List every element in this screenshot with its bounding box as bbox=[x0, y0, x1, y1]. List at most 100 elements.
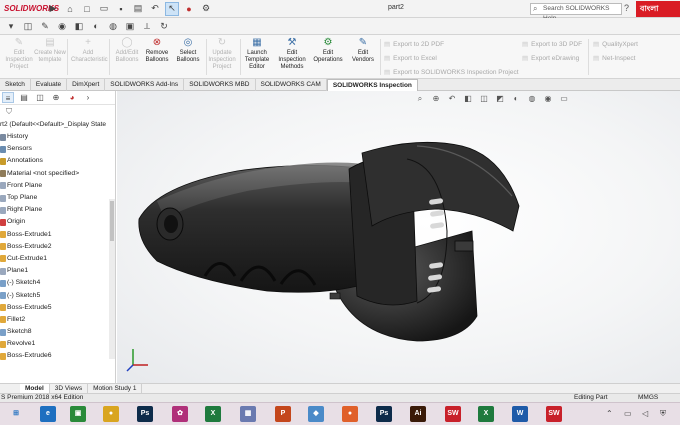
display-icon[interactable]: ◉ bbox=[55, 19, 69, 33]
tab-solidworks-cam[interactable]: SOLIDWORKS CAM bbox=[256, 79, 327, 91]
store-icon[interactable]: ▣ bbox=[70, 406, 86, 422]
undo-icon[interactable]: ↶ bbox=[148, 2, 162, 16]
tree-item[interactable]: Top Plane bbox=[0, 192, 115, 204]
print-icon[interactable]: ▤ bbox=[131, 2, 145, 16]
firefox-icon[interactable]: ● bbox=[342, 406, 358, 422]
tree-item[interactable]: Boss-Extrude6 bbox=[0, 350, 115, 362]
tree-scrollbar[interactable] bbox=[109, 199, 115, 359]
traffic-light-icon[interactable]: ● bbox=[182, 2, 196, 16]
tab-solidworks-inspection[interactable]: SOLIDWORKS Inspection bbox=[326, 79, 418, 91]
language-badge[interactable]: বাংলা bbox=[636, 1, 680, 17]
sketch-tool-icon[interactable]: ✎ bbox=[38, 19, 52, 33]
tree-item[interactable]: Plane1 bbox=[0, 265, 115, 277]
hide-show-icon[interactable]: ◐ bbox=[89, 19, 103, 33]
expand-menu-icon[interactable]: ▶ bbox=[46, 2, 60, 16]
app2-icon[interactable]: ▦ bbox=[240, 406, 256, 422]
select-balloons-button[interactable]: ◎ Select Balloons bbox=[171, 38, 205, 64]
config-manager-tab-icon[interactable]: ◫ bbox=[34, 92, 46, 103]
tree-filter[interactable]: ⛉ bbox=[0, 105, 115, 119]
windows-start-icon[interactable]: ⊞ bbox=[8, 406, 24, 422]
network-icon[interactable]: ▭ bbox=[624, 409, 632, 418]
tab-sketch[interactable]: Sketch bbox=[0, 79, 31, 91]
edit-operations-button[interactable]: ⚙ Edit Operations bbox=[311, 38, 345, 64]
tree-item[interactable]: Boss-Extrude2 bbox=[0, 241, 115, 253]
edit-inspection-project-button[interactable]: ✎ Edit Inspection Project bbox=[2, 38, 36, 71]
tree-item[interactable]: (-) Sketch5 bbox=[0, 289, 115, 301]
app3-icon[interactable]: ◆ bbox=[308, 406, 324, 422]
export-edrawing-button[interactable]: ▤ Export eDrawing bbox=[522, 54, 579, 62]
tree-item[interactable]: History bbox=[0, 131, 115, 143]
net-inspect-button[interactable]: ▤ Net-Inspect bbox=[593, 54, 635, 62]
solidworks-2018-icon[interactable]: SW bbox=[445, 406, 461, 422]
tab-evaluate[interactable]: Evaluate bbox=[31, 79, 68, 91]
tree-item[interactable]: Front Plane bbox=[0, 180, 115, 192]
graphics-viewport[interactable]: ⌕ ⊕ ↶ ◧ ◫ ◩ ◐ ◍ ◉ ▭ bbox=[117, 91, 680, 383]
view-icon[interactable]: ◫ bbox=[21, 19, 35, 33]
solidworks-2018b-icon[interactable]: SW bbox=[546, 406, 562, 422]
edit-vendors-button[interactable]: ✎ Edit Vendors bbox=[346, 38, 380, 64]
volume-icon[interactable]: ◁ bbox=[642, 409, 648, 418]
tree-item[interactable]: Boss-Extrude1 bbox=[0, 229, 115, 241]
illustrator-icon[interactable]: Ai bbox=[410, 406, 426, 422]
feature-tree-tab-icon[interactable]: ≡ bbox=[2, 92, 14, 103]
rebuild-icon[interactable]: ↻ bbox=[157, 19, 171, 33]
app-icon[interactable]: ✿ bbox=[172, 406, 188, 422]
shield-icon[interactable]: ⛨ bbox=[660, 409, 666, 419]
export-3d-pdf-button[interactable]: ▤ Export to 3D PDF bbox=[522, 40, 582, 48]
tree-item[interactable]: Sketch8 bbox=[0, 326, 115, 338]
dropdown-icon[interactable]: ▾ bbox=[4, 19, 18, 33]
tray-up-arrow-icon[interactable]: ⌃ bbox=[606, 409, 613, 418]
photoshop2-icon[interactable]: Ps bbox=[376, 406, 392, 422]
remove-balloons-button[interactable]: ⊗ Remove Balloons bbox=[140, 38, 174, 64]
tree-root-part[interactable]: rt2 (Default<<Default>_Display State bbox=[0, 119, 115, 131]
dimxpert-tab-icon[interactable]: ⊕ bbox=[50, 92, 62, 103]
edge-icon[interactable]: e bbox=[40, 406, 56, 422]
photoshop-icon[interactable]: Ps bbox=[137, 406, 153, 422]
export-2d-pdf-button[interactable]: ▤ Export to 2D PDF bbox=[384, 40, 444, 48]
export-sw-inspection-button[interactable]: ▤ Export to SOLIDWORKS Inspection Project bbox=[384, 68, 519, 76]
update-inspection-project-button[interactable]: ↻ Update Inspection Project bbox=[205, 38, 239, 71]
save-icon[interactable]: ▪ bbox=[114, 2, 128, 16]
help-search-input[interactable]: ⌕ Search SOLIDWORKS Help bbox=[530, 3, 622, 22]
tree-item[interactable]: Right Plane bbox=[0, 204, 115, 216]
tree-item[interactable]: Origin bbox=[0, 216, 115, 228]
tree-item[interactable]: Annotations bbox=[0, 155, 115, 167]
part-3d-model[interactable] bbox=[117, 91, 680, 383]
tree-item[interactable]: Sensors bbox=[0, 143, 115, 155]
word-icon[interactable]: W bbox=[512, 406, 528, 422]
display-manager-tab-icon[interactable]: ◕ bbox=[66, 92, 78, 103]
unit-system-selector[interactable]: MMGS bbox=[638, 394, 658, 402]
home-icon[interactable]: ⌂ bbox=[63, 2, 77, 16]
chrome-icon[interactable]: ● bbox=[103, 406, 119, 422]
tree-item[interactable]: Boss-Extrude5 bbox=[0, 302, 115, 314]
tree-item[interactable]: Material <not specified> bbox=[0, 168, 115, 180]
help-icon[interactable]: ? bbox=[624, 3, 629, 13]
add-characteristic-button[interactable]: + Add Characteristic bbox=[71, 38, 108, 64]
property-manager-tab-icon[interactable]: ▤ bbox=[18, 92, 30, 103]
export-excel-button[interactable]: ▤ Export to Excel bbox=[384, 54, 437, 62]
powerpoint-icon[interactable]: P bbox=[275, 406, 291, 422]
excel-icon-1[interactable]: X bbox=[205, 406, 221, 422]
open-folder-icon[interactable]: ▭ bbox=[97, 2, 111, 16]
tab-dimxpert[interactable]: DimXpert bbox=[67, 79, 106, 91]
options-gear-icon[interactable]: ⚙ bbox=[199, 2, 213, 16]
tree-item[interactable]: Fillet2 bbox=[0, 314, 115, 326]
edit-inspection-methods-button[interactable]: ⚒ Edit Inspection Methods bbox=[275, 38, 309, 71]
tab-solidworks-mbd[interactable]: SOLIDWORKS MBD bbox=[184, 79, 256, 91]
qualityxpert-button[interactable]: ▤ QualityXpert bbox=[593, 40, 638, 48]
tree-item[interactable]: (-) Sketch4 bbox=[0, 277, 115, 289]
new-document-icon[interactable]: □ bbox=[80, 2, 94, 16]
scene-icon[interactable]: ▣ bbox=[123, 19, 137, 33]
select-cursor-icon[interactable]: ↖ bbox=[165, 1, 179, 16]
tab-solidworks-add-ins[interactable]: SOLIDWORKS Add-Ins bbox=[105, 79, 185, 91]
more-tabs-icon[interactable]: › bbox=[82, 92, 94, 103]
section-icon[interactable]: ◧ bbox=[72, 19, 86, 33]
excel-icon-2[interactable]: X bbox=[478, 406, 494, 422]
tree-item[interactable]: Revolve1 bbox=[0, 338, 115, 350]
measure-icon[interactable]: ⟂ bbox=[140, 19, 154, 33]
appearance-icon[interactable]: ◍ bbox=[106, 19, 120, 33]
tree-item[interactable]: Cut-Extrude1 bbox=[0, 253, 115, 265]
launch-template-editor-button[interactable]: ▦ Launch Template Editor bbox=[240, 38, 274, 71]
add-edit-balloons-button[interactable]: ◯ Add/Edit Balloons bbox=[110, 38, 144, 64]
tree-scrollbar-thumb[interactable] bbox=[110, 201, 114, 241]
